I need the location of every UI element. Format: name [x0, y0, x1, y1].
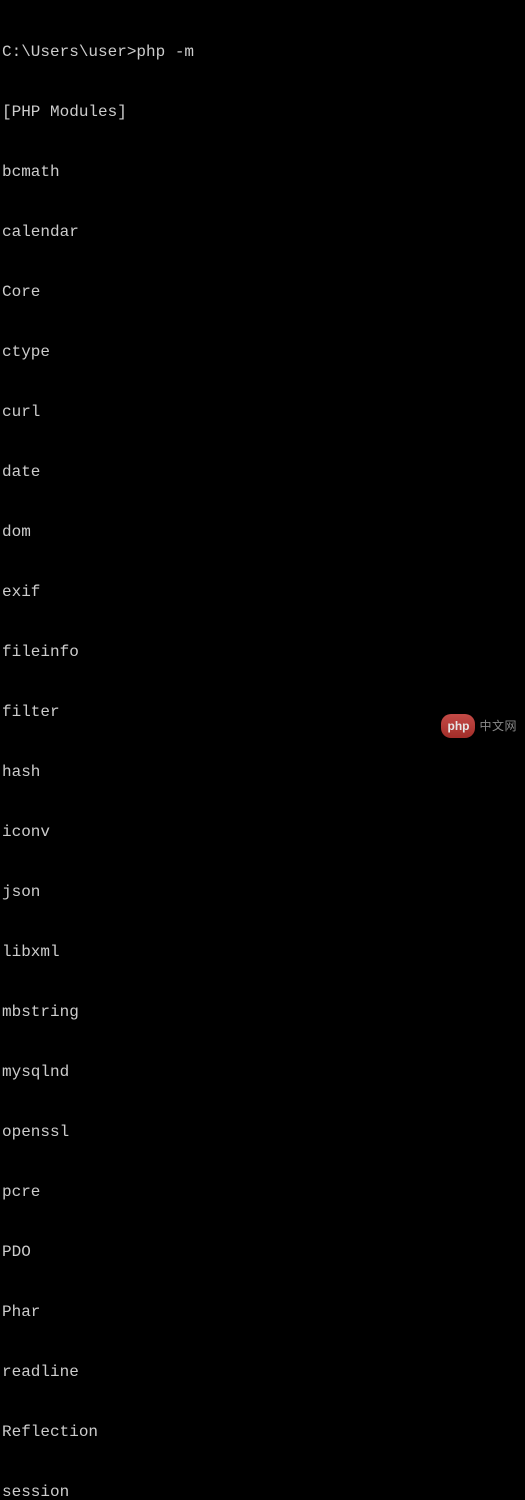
typed-command: php -m [136, 42, 194, 62]
module-line: curl [2, 402, 525, 422]
module-line: pcre [2, 1182, 525, 1202]
module-line: hash [2, 762, 525, 782]
watermark-text: 中文网 [479, 716, 517, 736]
module-line: mysqlnd [2, 1062, 525, 1082]
module-line: mbstring [2, 1002, 525, 1022]
module-line: session [2, 1482, 525, 1500]
module-line: openssl [2, 1122, 525, 1142]
watermark-badge: php [441, 714, 475, 738]
watermark: php 中文网 [441, 714, 517, 738]
module-line: dom [2, 522, 525, 542]
section-header-php: [PHP Modules] [2, 102, 525, 122]
module-line: readline [2, 1362, 525, 1382]
module-line: json [2, 882, 525, 902]
module-line: fileinfo [2, 642, 525, 662]
module-line: date [2, 462, 525, 482]
module-line: Phar [2, 1302, 525, 1322]
module-line: calendar [2, 222, 525, 242]
module-line: Reflection [2, 1422, 525, 1442]
module-line: exif [2, 582, 525, 602]
prompt-line: C:\Users\user>php -m [2, 42, 525, 62]
module-line: bcmath [2, 162, 525, 182]
module-line: ctype [2, 342, 525, 362]
module-line: libxml [2, 942, 525, 962]
shell-prompt: C:\Users\user> [2, 42, 136, 62]
terminal-output[interactable]: C:\Users\user>php -m [PHP Modules] bcmat… [2, 2, 525, 1500]
module-line: PDO [2, 1242, 525, 1262]
module-line: Core [2, 282, 525, 302]
module-line: iconv [2, 822, 525, 842]
